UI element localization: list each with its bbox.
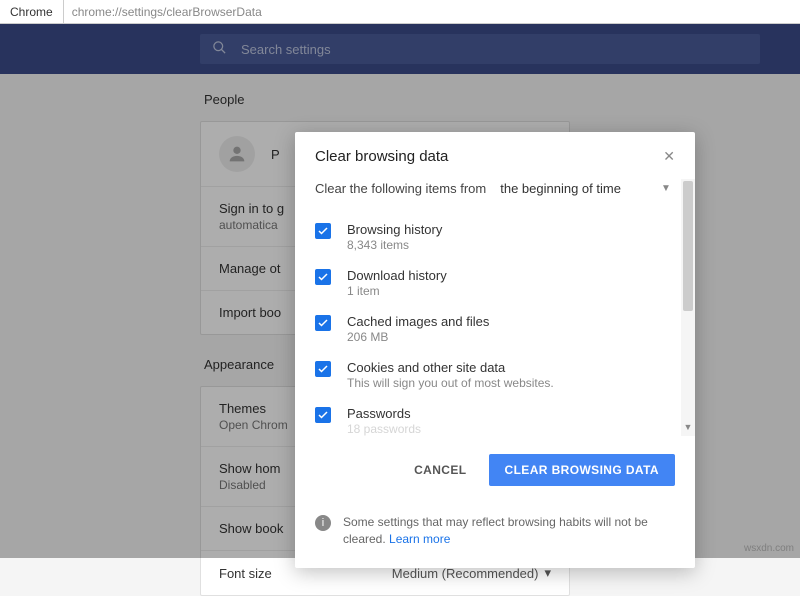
option-title: Cookies and other site data bbox=[347, 360, 554, 375]
checkbox-checked-icon[interactable] bbox=[315, 407, 331, 423]
option-sub: 18 passwords bbox=[347, 422, 421, 436]
scroll-thumb[interactable] bbox=[683, 181, 693, 311]
clear-data-dialog: Clear browsing data ✕ ▲ ▼ Clear the foll… bbox=[295, 132, 695, 568]
time-range-select[interactable]: the beginning of time ▼ bbox=[500, 179, 671, 198]
option-title: Browsing history bbox=[347, 222, 442, 237]
checkbox-checked-icon[interactable] bbox=[315, 269, 331, 285]
option-title: Cached images and files bbox=[347, 314, 489, 329]
option-browsing-history[interactable]: Browsing history 8,343 items bbox=[315, 214, 675, 260]
cancel-button[interactable]: CANCEL bbox=[398, 454, 482, 486]
dialog-prompt: Clear the following items from bbox=[315, 181, 486, 196]
checkbox-checked-icon[interactable] bbox=[315, 361, 331, 377]
page: Search settings People P O CHROME Sign i… bbox=[0, 24, 800, 558]
option-sub: 8,343 items bbox=[347, 238, 442, 252]
info-icon: i bbox=[315, 515, 331, 531]
close-icon[interactable]: ✕ bbox=[663, 148, 675, 165]
scroll-down-icon[interactable]: ▼ bbox=[681, 422, 695, 436]
footer-message: Some settings that may reflect browsing … bbox=[343, 514, 675, 548]
browser-label: Chrome bbox=[0, 0, 64, 23]
option-sub: 206 MB bbox=[347, 330, 489, 344]
font-size-value: Medium (Recommended) bbox=[392, 566, 539, 581]
option-cookies[interactable]: Cookies and other site data This will si… bbox=[315, 352, 675, 398]
option-download-history[interactable]: Download history 1 item bbox=[315, 260, 675, 306]
checkbox-checked-icon[interactable] bbox=[315, 223, 331, 239]
dialog-title: Clear browsing data bbox=[315, 148, 448, 165]
option-passwords[interactable]: Passwords 18 passwords bbox=[315, 398, 675, 436]
time-range-value: the beginning of time bbox=[500, 181, 621, 196]
option-cached-files[interactable]: Cached images and files 206 MB bbox=[315, 306, 675, 352]
clear-data-button[interactable]: CLEAR BROWSING DATA bbox=[489, 454, 675, 486]
address-bar: Chrome chrome://settings/clearBrowserDat… bbox=[0, 0, 800, 24]
option-sub: This will sign you out of most websites. bbox=[347, 376, 554, 390]
option-title: Download history bbox=[347, 268, 447, 283]
option-title: Passwords bbox=[347, 406, 421, 421]
learn-more-link[interactable]: Learn more bbox=[389, 532, 450, 546]
checkbox-checked-icon[interactable] bbox=[315, 315, 331, 331]
chevron-down-icon: ▼ bbox=[661, 183, 671, 194]
option-sub: 1 item bbox=[347, 284, 447, 298]
dialog-scrollbar[interactable]: ▲ ▼ bbox=[681, 179, 695, 436]
url-display[interactable]: chrome://settings/clearBrowserData bbox=[64, 5, 270, 19]
font-size-title: Font size bbox=[219, 566, 272, 581]
